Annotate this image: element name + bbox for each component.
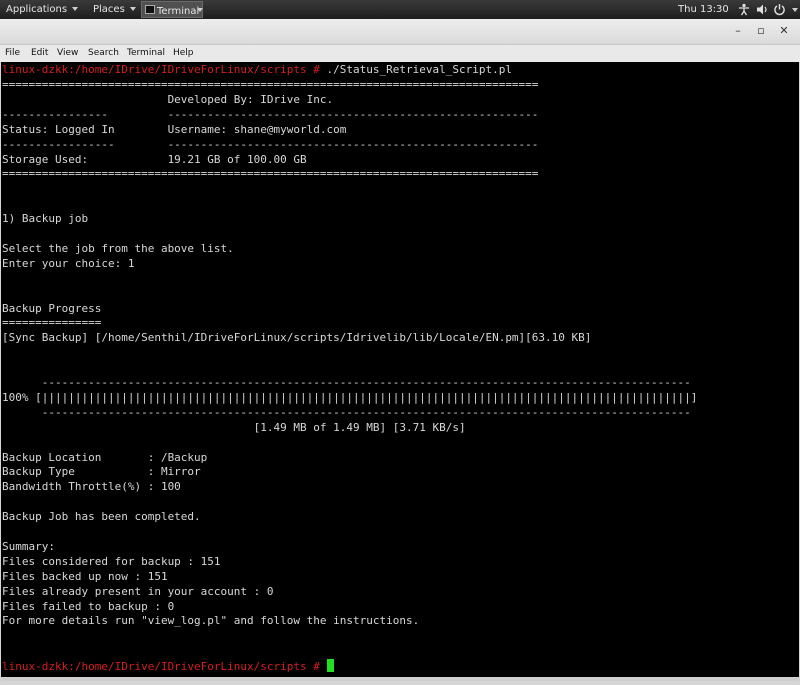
chevron-down-icon	[72, 7, 79, 11]
terminal-line: Backup Progress	[2, 301, 102, 315]
chevron-down-icon[interactable]	[792, 8, 798, 12]
menu-edit[interactable]: Edit	[31, 48, 48, 59]
clock[interactable]: Thu 13:30	[678, 3, 729, 16]
applications-label: Applications	[6, 4, 68, 15]
terminal-line: Files considered for backup : 151	[2, 554, 221, 568]
shell-prompt: linux-dzkk:/home/IDrive/IDriveForLinux/s…	[2, 63, 327, 76]
terminal-line: Files failed to backup : 0	[2, 599, 175, 613]
places-label: Places	[93, 4, 125, 15]
terminal-line: Files backed up now : 151	[2, 569, 168, 583]
chevron-down-icon	[129, 7, 136, 11]
terminal-line: Summary:	[2, 539, 55, 553]
power-icon[interactable]	[773, 3, 786, 16]
terminal-line: Backup Job has been completed.	[2, 510, 201, 524]
top-panel: Applications Places Terminal Thu 13:30	[0, 0, 800, 19]
command-line: linux-dzkk:/home/IDrive/IDriveForLinux/s…	[2, 63, 512, 77]
menu-terminal[interactable]: Terminal	[127, 48, 165, 59]
terminal-line: 1) Backup job	[2, 212, 89, 226]
terminal-line: [Sync Backup] [/home/Senthil/IDriveForLi…	[2, 331, 592, 345]
terminal-line: Files already present in your account : …	[2, 584, 274, 598]
terminal-line: [1.49 MB of 1.49 MB] [3.71 KB/s]	[2, 420, 466, 434]
terminal-line: ----------------------------------------…	[2, 376, 691, 389]
close-icon[interactable]: ✕	[777, 24, 791, 38]
terminal-icon	[145, 5, 155, 14]
maximize-icon[interactable]: ▫	[754, 24, 768, 38]
terminal-line: Status: Logged In Username: shane@myworl…	[2, 122, 347, 136]
terminal-task-label: Terminal	[157, 6, 200, 17]
terminal-taskbar-button[interactable]: Terminal	[141, 1, 203, 18]
terminal-line: ===============	[2, 316, 102, 330]
menu-view[interactable]: View	[57, 48, 78, 59]
terminal-line: Backup Location : /Backup	[2, 450, 208, 464]
terminal-line: 100% [||||||||||||||||||||||||||||||||||…	[2, 390, 698, 404]
volume-icon[interactable]	[756, 3, 769, 16]
chevron-down-icon	[197, 8, 203, 12]
terminal-line: ========================================…	[2, 167, 539, 181]
terminal-output[interactable]: linux-dzkk:/home/IDrive/IDriveForLinux/s…	[1, 62, 799, 681]
window-bottom-edge	[1, 677, 799, 681]
terminal-line: Select the job from the above list.	[2, 241, 234, 255]
window-titlebar[interactable]: – ▫ ✕	[0, 19, 800, 45]
menu-help[interactable]: Help	[173, 48, 194, 59]
applications-menu[interactable]: Applications	[6, 3, 79, 16]
final-command-line: linux-dzkk:/home/IDrive/IDriveForLinux/s…	[2, 659, 334, 674]
terminal-line: Bandwidth Throttle(%) : 100	[2, 480, 181, 494]
places-menu[interactable]: Places	[93, 3, 136, 16]
accessibility-icon[interactable]	[738, 3, 750, 16]
minimize-icon[interactable]: –	[731, 24, 745, 38]
final-shell-prompt: linux-dzkk:/home/IDrive/IDriveForLinux/s…	[2, 660, 327, 673]
menu-search[interactable]: Search	[88, 48, 119, 59]
text-cursor	[326, 659, 334, 672]
menu-file[interactable]: File	[5, 48, 20, 59]
terminal-line: Storage Used: 19.21 GB of 100.00 GB	[2, 152, 307, 166]
terminal-line: Backup Type : Mirror	[2, 465, 201, 479]
terminal-line: Enter your choice: 1	[2, 256, 135, 270]
command-text: ./Status_Retrieval_Script.pl	[326, 63, 512, 76]
menu-bar: File Edit View Search Terminal Help	[0, 45, 800, 62]
terminal-line: Developed By: IDrive Inc.	[2, 92, 334, 106]
terminal-line: ---------------- -----------------------…	[2, 107, 539, 121]
terminal-line: ----------------- ----------------------…	[2, 137, 539, 151]
terminal-line: ========================================…	[2, 78, 539, 91]
terminal-line: For more details run "view_log.pl" and f…	[2, 614, 420, 628]
terminal-line: ----------------------------------------…	[2, 405, 691, 419]
